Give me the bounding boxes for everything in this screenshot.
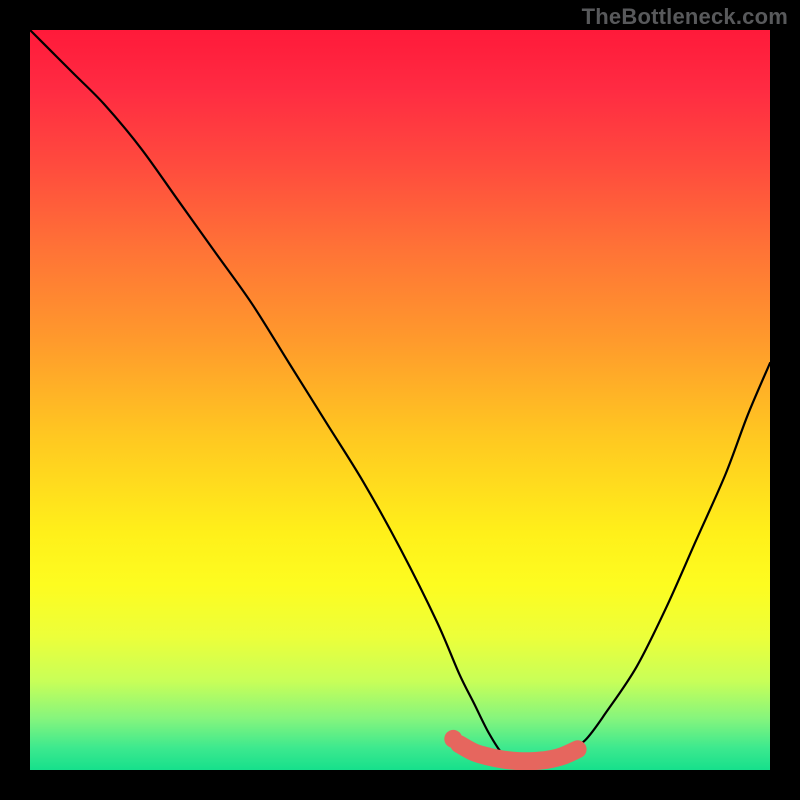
bottleneck-chart: [0, 0, 800, 800]
chart-frame: TheBottleneck.com: [0, 0, 800, 800]
watermark-label: TheBottleneck.com: [582, 4, 788, 30]
plot-background: [30, 30, 770, 770]
optimal-start-dot: [444, 730, 462, 748]
